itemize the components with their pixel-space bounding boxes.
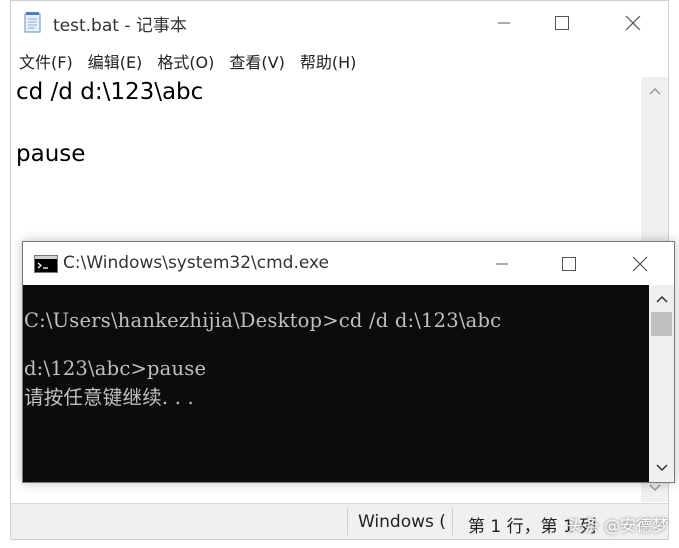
close-icon	[625, 15, 641, 31]
cmd-title: C:\Windows\system32\cmd.exe	[63, 253, 330, 273]
maximize-icon	[555, 16, 569, 30]
console-line-2: d:\123\abc>pause	[24, 357, 207, 380]
menu-edit[interactable]: 编辑(E)	[81, 49, 150, 73]
maximize-icon	[562, 256, 576, 271]
notepad-status-bar: Windows ( 第 1 行，第 1 列 头条 @安德梦	[11, 503, 668, 539]
menu-view[interactable]: 查看(V)	[222, 49, 291, 73]
watermark-text: 头条 @安德梦	[567, 516, 669, 535]
console-line-3: 请按任意键继续. . .	[24, 386, 194, 409]
text-line-2: pause	[16, 141, 86, 167]
menu-help[interactable]: 帮助(H)	[293, 49, 364, 73]
notepad-icon	[24, 12, 41, 33]
notepad-menu-bar: 文件(F) 编辑(E) 格式(O) 查看(V) 帮助(H)	[11, 45, 668, 77]
scroll-up-icon[interactable]	[649, 287, 674, 311]
status-separator	[347, 508, 348, 535]
cmd-title-bar[interactable]: C:\Windows\system32\cmd.exe	[23, 242, 674, 285]
menu-file[interactable]: 文件(F)	[12, 49, 80, 73]
cmd-icon	[34, 255, 58, 273]
minimize-icon	[496, 263, 508, 264]
notepad-maximize-button[interactable]	[539, 1, 585, 45]
notepad-minimize-button[interactable]	[481, 1, 527, 45]
menu-format[interactable]: 格式(O)	[150, 49, 221, 73]
cmd-window: C:\Windows\system32\cmd.exe C:\Users\han…	[22, 241, 675, 483]
status-separator	[452, 508, 453, 535]
cmd-console-output[interactable]: C:\Users\hankezhijia\Desktop>cd /d d:\12…	[23, 285, 649, 482]
cmd-minimize-button[interactable]	[479, 242, 525, 285]
cmd-vertical-scrollbar[interactable]	[649, 285, 674, 482]
notepad-title: test.bat - 记事本	[53, 16, 187, 36]
cmd-close-button[interactable]	[617, 242, 663, 285]
scrollbar-thumb[interactable]	[651, 312, 672, 336]
scroll-up-icon[interactable]	[641, 79, 668, 103]
text-line-1: cd /d d:\123\abc	[16, 79, 204, 105]
scroll-down-icon[interactable]	[649, 456, 674, 480]
status-encoding: Windows (	[358, 512, 446, 532]
minimize-icon	[498, 22, 510, 24]
console-line-1: C:\Users\hankezhijia\Desktop>cd /d d:\12…	[24, 309, 502, 332]
notepad-close-button[interactable]	[610, 1, 656, 45]
notepad-title-bar[interactable]: test.bat - 记事本	[11, 1, 668, 45]
cmd-maximize-button[interactable]	[546, 242, 592, 285]
close-icon	[632, 256, 648, 271]
